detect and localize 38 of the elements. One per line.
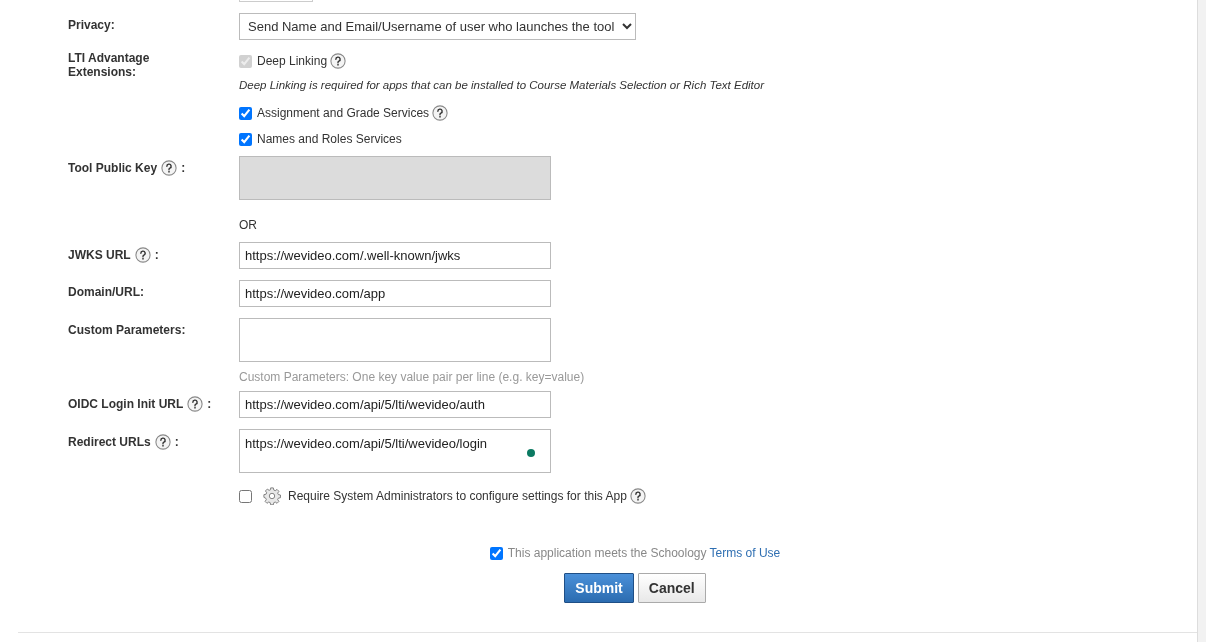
label-colon: : — [154, 248, 159, 262]
checkbox-label: Deep Linking — [257, 54, 328, 68]
or-text: OR — [239, 218, 257, 232]
help-icon[interactable] — [629, 488, 646, 504]
field-label: Tool Public Key — [68, 161, 158, 175]
field-label: OIDC Login Init URL — [68, 397, 184, 411]
help-icon[interactable] — [154, 434, 171, 450]
help-icon[interactable] — [187, 396, 204, 412]
url-input[interactable]: https://wevideo.com/api/5/lti/wevideo/auth — [239, 391, 551, 418]
submit-button[interactable]: Submit — [564, 573, 634, 603]
checkbox[interactable] — [239, 132, 252, 146]
url-input[interactable]: https://wevideo.com/.well-known/jwks — [239, 242, 551, 269]
gear-icon — [263, 487, 281, 505]
field-label: JWKS URL — [68, 248, 131, 262]
field-label: LTI Advantage Extensions: — [68, 51, 151, 79]
field-label: Privacy: — [68, 17, 115, 32]
checkbox[interactable] — [489, 546, 503, 560]
checkbox-label: Require System Administrators to configure settings for this App — [288, 489, 627, 503]
field-label: Custom Parameters: — [68, 323, 186, 337]
terms-link[interactable]: Terms of Use — [709, 546, 781, 560]
field-label: Domain/URL: — [68, 285, 144, 299]
checkbox[interactable] — [239, 106, 252, 120]
text-area[interactable]: https://wevideo.com/api/5/lti/wevideo/login — [239, 429, 551, 473]
info-note: Deep Linking is required for apps that can be installed to Course Materials Selection or Rich Text Editor — [239, 79, 765, 91]
field-hint: Custom Parameters: One key value pair per line (e.g. key=value) — [239, 370, 585, 384]
help-icon[interactable] — [432, 105, 449, 121]
privacy-dropdown[interactable]: Send Name and Email/Username of user who launches the tool — [239, 13, 636, 40]
terms-text: This application meets the Schoology — [507, 546, 707, 560]
url-input[interactable]: https://wevideo.com/app — [239, 280, 551, 307]
checkbox-label: Names and Roles Services — [257, 132, 402, 146]
help-icon[interactable] — [134, 247, 151, 263]
field-label: Redirect URLs — [68, 435, 151, 449]
cancel-button[interactable]: Cancel — [637, 573, 706, 603]
label-colon: : — [207, 397, 212, 411]
label-colon: : — [174, 435, 179, 449]
checkbox-label: Assignment and Grade Services — [257, 106, 430, 120]
checkbox[interactable] — [239, 489, 252, 503]
label-colon: : — [181, 161, 186, 175]
